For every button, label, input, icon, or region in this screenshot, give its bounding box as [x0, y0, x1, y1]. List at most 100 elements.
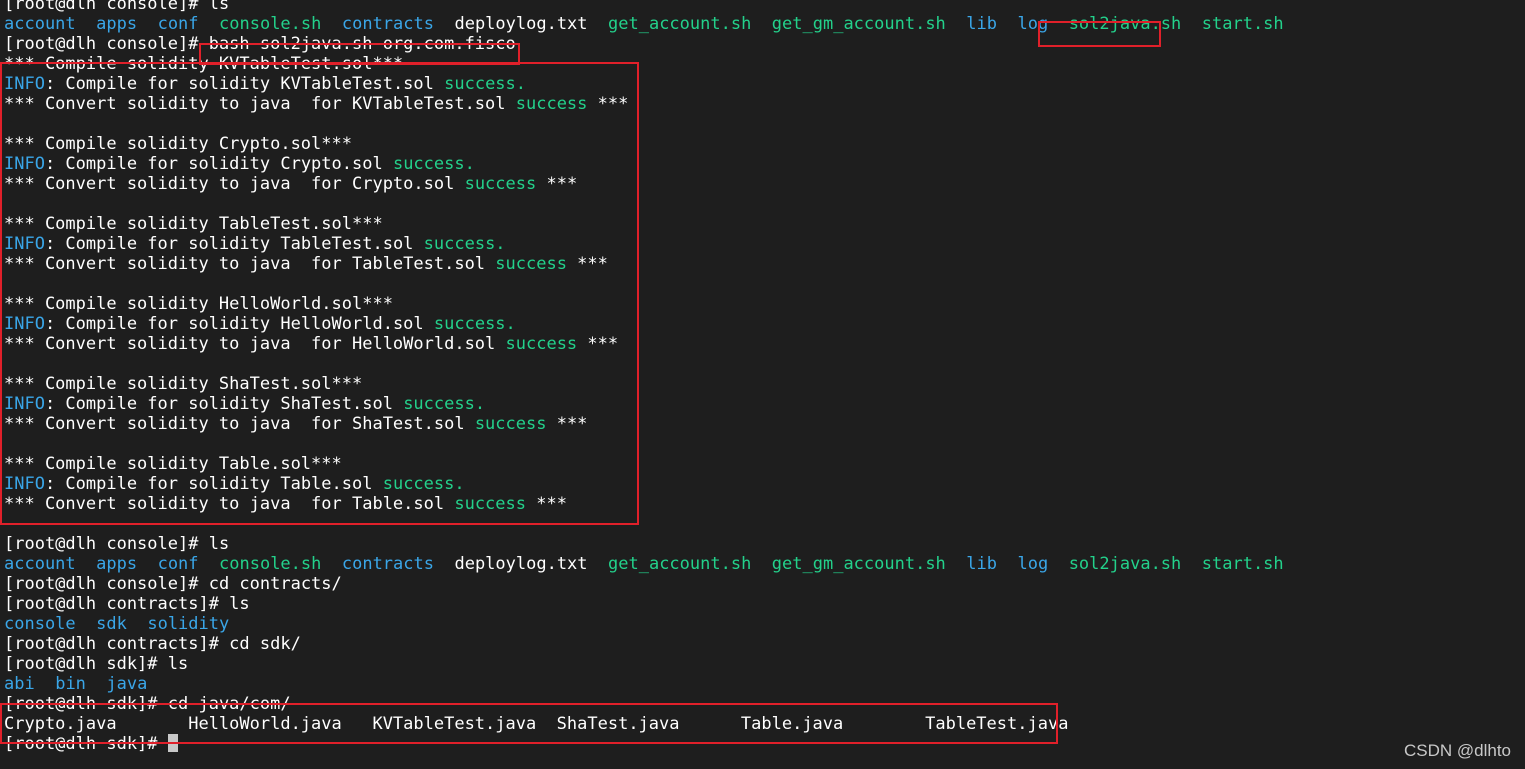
dir-entry: apps	[96, 554, 138, 574]
directory-listing: console sdk solidity	[0, 614, 1525, 634]
dir-entry: java	[106, 674, 148, 694]
compile-line: *** Compile solidity HelloWorld.sol***	[0, 294, 1525, 314]
info-label: INFO	[4, 474, 45, 494]
shell-prompt: [root@dlh console]#	[4, 0, 209, 14]
info-line: INFO: Compile for solidity Crypto.sol su…	[0, 154, 1525, 174]
dir-entry: conf	[157, 14, 199, 34]
exec-entry: start.sh	[1201, 554, 1284, 574]
directory-listing: abi bin java	[0, 674, 1525, 694]
directory-listing: account apps conf console.sh contracts d…	[0, 554, 1525, 574]
info-label: INFO	[4, 394, 45, 414]
shell-prompt: [root@dlh contracts]#	[4, 594, 230, 614]
compile-line: *** Compile solidity TableTest.sol***	[0, 214, 1525, 234]
dir-entry: account	[4, 14, 76, 34]
convert-tail: ***	[587, 94, 629, 114]
compile-text: *** Compile solidity Crypto.sol***	[4, 134, 352, 154]
convert-line: *** Convert solidity to java for Crypto.…	[0, 174, 1525, 194]
convert-tail: ***	[526, 494, 567, 514]
exec-entry: console.sh	[219, 554, 322, 574]
compile-text: *** Compile solidity ShaTest.sol***	[4, 374, 363, 394]
convert-text: *** Convert solidity to java for HelloWo…	[4, 334, 506, 354]
shell-prompt: [root@dlh console]#	[4, 534, 209, 554]
exec-entry-sol2java: sol2java.sh	[1068, 14, 1182, 34]
convert-line: *** Convert solidity to java for HelloWo…	[0, 334, 1525, 354]
success-text: success.	[382, 474, 465, 494]
convert-tail: ***	[546, 414, 588, 434]
success-text: success.	[423, 234, 506, 254]
file-entry: deploylog.txt	[454, 554, 588, 574]
shell-prompt: [root@dlh console]#	[4, 34, 209, 54]
dir-entry: conf	[157, 554, 199, 574]
command-text: ls	[229, 594, 250, 614]
compile-line: *** Compile solidity ShaTest.sol***	[0, 374, 1525, 394]
watermark: CSDN @dlhto	[1403, 741, 1511, 760]
info-label: INFO	[4, 234, 45, 254]
success-text: success	[454, 494, 526, 514]
success-text: success	[515, 94, 588, 114]
info-label: INFO	[4, 74, 45, 94]
exec-entry: console.sh	[219, 14, 322, 34]
command-text: ls	[208, 0, 230, 14]
success-text: success.	[444, 74, 527, 94]
exec-entry: start.sh	[1201, 14, 1284, 34]
dir-entry: sdk	[96, 614, 127, 634]
shell-prompt: [root@dlh sdk]#	[4, 694, 168, 714]
command-text: ls	[208, 534, 230, 554]
exec-entry: get_account.sh	[608, 554, 752, 574]
file-entry: deploylog.txt	[454, 14, 588, 34]
dir-entry: lib	[966, 554, 997, 574]
terminal-line: [root@dlh console]# cd contracts/	[0, 574, 1525, 594]
text-cursor	[167, 734, 178, 752]
shell-prompt: [root@dlh sdk]#	[4, 654, 168, 674]
convert-text: *** Convert solidity to java for Crypto.…	[4, 174, 465, 194]
terminal-line: [root@dlh contracts]# ls	[0, 594, 1525, 614]
convert-tail: ***	[536, 174, 578, 194]
terminal-line: [root@dlh console]# bash sol2java.sh org…	[0, 34, 1525, 54]
convert-text: *** Convert solidity to java for ShaTest…	[4, 414, 475, 434]
compile-text: *** Compile solidity KVTableTest.sol***	[4, 54, 404, 74]
convert-line: *** Convert solidity to java for Table.s…	[0, 494, 1525, 514]
dir-entry: console	[4, 614, 76, 634]
exec-entry: get_account.sh	[608, 14, 752, 34]
success-text: success.	[392, 154, 475, 174]
convert-text: *** Convert solidity to java for Table.s…	[4, 494, 455, 514]
info-line: INFO: Compile for solidity HelloWorld.so…	[0, 314, 1525, 334]
exec-entry: get_gm_account.sh	[771, 14, 946, 34]
command-text: bash sol2java.sh org.com.fisco	[208, 34, 516, 54]
command-text: cd contracts/	[208, 574, 342, 594]
success-text: success	[495, 254, 567, 274]
compile-line: *** Compile solidity KVTableTest.sol***	[0, 54, 1525, 74]
compile-text: *** Compile solidity Table.sol***	[4, 454, 342, 474]
info-text: : Compile for solidity ShaTest.sol	[44, 394, 404, 414]
success-text: success.	[433, 314, 516, 334]
convert-tail: ***	[577, 334, 619, 354]
convert-line: *** Convert solidity to java for TableTe…	[0, 254, 1525, 274]
terminal-line: [root@dlh console]# ls	[0, 0, 1525, 14]
compile-line: *** Compile solidity Crypto.sol***	[0, 134, 1525, 154]
dir-entry: abi	[4, 674, 35, 694]
compile-text: *** Compile solidity TableTest.sol***	[4, 214, 383, 234]
info-text: : Compile for solidity KVTableTest.sol	[44, 74, 445, 94]
success-text: success.	[403, 394, 486, 414]
info-line: INFO: Compile for solidity Table.sol suc…	[0, 474, 1525, 494]
terminal-line-current[interactable]: [root@dlh sdk]#	[0, 734, 1525, 754]
info-line: INFO: Compile for solidity ShaTest.sol s…	[0, 394, 1525, 414]
dir-entry: bin	[55, 674, 86, 694]
convert-line: *** Convert solidity to java for ShaTest…	[0, 414, 1525, 434]
success-text: success	[474, 414, 547, 434]
terminal-output[interactable]: [root@dlh console]# ls account apps conf…	[0, 0, 1525, 754]
convert-tail: ***	[566, 254, 608, 274]
command-text: cd java/com/	[167, 694, 291, 714]
exec-entry: get_gm_account.sh	[771, 554, 946, 574]
dir-entry: solidity	[147, 614, 230, 634]
convert-text: *** Convert solidity to java for TableTe…	[4, 254, 496, 274]
terminal-line: [root@dlh sdk]# cd java/com/	[0, 694, 1525, 714]
success-text: success	[464, 174, 537, 194]
convert-text: *** Convert solidity to java for KVTable…	[4, 94, 516, 114]
